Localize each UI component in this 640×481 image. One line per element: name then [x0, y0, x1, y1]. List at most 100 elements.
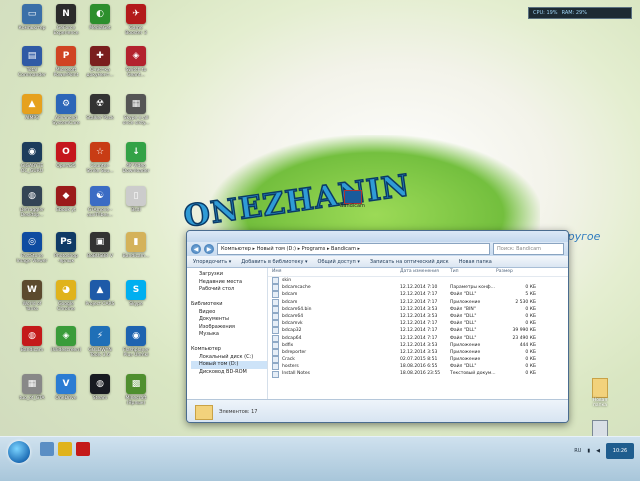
nav-item[interactable]: Музыка: [191, 331, 267, 339]
desktop-icon-label: OneDrive: [55, 396, 77, 401]
nav-item[interactable]: Загрузки: [191, 271, 267, 279]
desktop-icon[interactable]: ⚙ Advanced SystemCare: [50, 94, 82, 126]
desktop-icon[interactable]: ▲ AIMP3: [16, 94, 48, 121]
file-row[interactable]: bdcamvk 12.12.2014 7:17 Файл "DLL" 0 КБ: [268, 320, 568, 328]
desktop-icon[interactable]: N GeForce Experience: [50, 4, 82, 36]
desktop-icon[interactable]: ▦ Skype e-all once sixty...: [120, 94, 152, 126]
desktop-icon[interactable]: ☯ GTAmove - auxTribes...: [84, 186, 116, 218]
desktop-icon[interactable]: ↓ 4K Video Downloader: [120, 142, 152, 174]
file-row[interactable]: bdcam 12.12.2014 7:17 Файл "DLL" 5 КБ: [268, 291, 568, 299]
language-indicator[interactable]: RU: [574, 448, 581, 454]
back-button[interactable]: ◀: [191, 244, 201, 254]
desktop-icon[interactable]: Ps Photoshop -ярлык: [50, 232, 82, 264]
address-bar[interactable]: Компьютер ▸ Новый том (D:) ▸ Programs ▸ …: [217, 243, 490, 255]
nav-item[interactable]: Библиотеки: [191, 301, 267, 309]
desktop-icon-label: GIGABYTE OC_GURU: [20, 164, 44, 174]
desktop-icon[interactable]: ▣ BoBUSBR V: [84, 232, 116, 259]
file-row[interactable]: bdcam64.bin 12.12.2014 3:53 Файл "BIN" 0 КБ: [268, 305, 568, 313]
desktop-icon[interactable]: ▦ tuo_of_GTA: [16, 374, 48, 401]
desktop-icon[interactable]: ◍ Steam: [84, 374, 116, 401]
nav-item[interactable]: Недавние места: [191, 279, 267, 287]
nav-item[interactable]: Дисковод BD-ROM: [191, 369, 267, 377]
desktop-icon[interactable]: ◍ Defraggler Desktop...: [16, 186, 48, 218]
desktop-icon[interactable]: ▯ Bsdl: [120, 186, 152, 213]
add-to-library-button[interactable]: Добавить в библиотеку ▾: [241, 259, 307, 265]
nav-item[interactable]: Изображения: [191, 324, 267, 332]
network-icon[interactable]: ▮: [587, 448, 590, 454]
share-button[interactable]: Общий доступ ▾: [318, 259, 360, 265]
file-row[interactable]: bdreporter 12.12.2014 3:53 Приложение 0 КБ: [268, 348, 568, 356]
nav-item[interactable]: Документы: [191, 316, 267, 324]
file-row[interactable]: skin: [268, 277, 568, 285]
start-button[interactable]: [8, 441, 30, 463]
file-date: 18.08.2016 23:55: [400, 371, 441, 377]
desktop-icon[interactable]: ▲ Project CARS: [84, 280, 116, 307]
app-icon: V: [56, 374, 76, 394]
desktop-icon[interactable]: ▤ Total Commander: [16, 46, 48, 78]
file-row[interactable]: bdcap64 12.12.2014 7:17 Файл "DLL" 23 490 К…: [268, 334, 568, 342]
file-size: 0 КБ: [525, 364, 536, 370]
file-row[interactable]: Install Notes 18.08.2016 23:55 Текстовый д…: [268, 370, 568, 378]
desktop-icon[interactable]: O Opera25: [50, 142, 82, 169]
column-size[interactable]: Размер: [496, 268, 540, 276]
desktop-icon[interactable]: W World of Tanks: [16, 280, 48, 312]
file-row[interactable]: bdfix 12.12.2014 3:53 Приложение 444 КБ: [268, 341, 568, 349]
new-folder-button[interactable]: Новая папка: [459, 259, 492, 265]
volume-icon[interactable]: ◀: [596, 448, 600, 454]
file-row[interactable]: bdcap32 12.12.2014 7:17 Файл "DLL" 39 990 К…: [268, 327, 568, 335]
desktop-icon[interactable]: ▮ Bandicam...: [120, 232, 152, 259]
clock[interactable]: 10:26: [606, 443, 634, 459]
file-row[interactable]: Crack 02.07.2015 8:51 Приложение 0 КБ: [268, 356, 568, 364]
desktop-icon[interactable]: ▩ Minecraft (Ярлык): [120, 374, 152, 406]
explorer-window[interactable]: ◀ ▶ Компьютер ▸ Новый том (D:) ▸ Program…: [186, 230, 569, 423]
window-caption[interactable]: [187, 231, 568, 242]
file-row[interactable]: bdcamcache 12.12.2014 7:10 Параметры конф.…: [268, 284, 568, 292]
desktop-icon[interactable]: ◈ Switch to Geant...: [120, 46, 152, 78]
desktop-icon[interactable]: ◕ Google Chrome: [50, 280, 82, 312]
nav-item[interactable]: Новый том (D:): [191, 361, 267, 369]
file-date: [400, 277, 450, 284]
desktop-icon[interactable]: ☢ Stalker Pack: [84, 94, 116, 121]
column-type[interactable]: Тип: [450, 268, 496, 276]
app-icon: ▮: [126, 232, 146, 252]
desktop-icon-new-folder[interactable]: Новая папка: [586, 378, 614, 408]
desktop-icon[interactable]: ◎ FastStone Image Viewer: [16, 232, 48, 264]
desktop-icon[interactable]: ◉ Flashplayer Plus Uhmkl: [120, 326, 152, 358]
explorer-taskbar-icon[interactable]: [40, 442, 54, 456]
nav-item[interactable]: Видео: [191, 309, 267, 317]
file-type: Файл "DLL": [450, 292, 477, 298]
desktop-icon[interactable]: ☆ Counter-Strike Sou...: [84, 142, 116, 174]
search-input[interactable]: Поиск: Bandicam: [493, 243, 564, 255]
desktop-icon[interactable]: S Skype: [120, 280, 152, 307]
organize-button[interactable]: Упорядочить ▾: [193, 259, 231, 265]
desktop-icon[interactable]: ◈ [Widescreen]: [50, 326, 82, 353]
desktop-icon[interactable]: ◍ Bandicam: [16, 326, 48, 353]
desktop-icon[interactable]: ⚡ GOLDWYN Tools 3.6: [84, 326, 116, 358]
nav-item[interactable]: Компьютер: [191, 346, 267, 354]
desktop-icon[interactable]: ◆ Ebook yt: [50, 186, 82, 213]
file-date: 02.07.2015 8:51: [400, 357, 438, 363]
desktop-icon-label: Очистка документ...: [86, 68, 114, 78]
file-row[interactable]: bdcam 12.12.2014 7:17 Приложение 2 530 КБ: [268, 298, 568, 306]
bandicam-wallpaper-icon: [344, 190, 362, 204]
column-name[interactable]: Имя: [272, 268, 400, 276]
column-date[interactable]: Дата изменения: [400, 268, 450, 276]
burn-button[interactable]: Записать на оптический диск: [370, 259, 449, 265]
nav-item[interactable]: Локальный диск (C:): [191, 354, 267, 362]
chrome-taskbar-icon[interactable]: [58, 442, 72, 456]
desktop-icon[interactable]: ✚ Очистка документ...: [84, 46, 116, 78]
desktop-icon[interactable]: V OneDrive: [50, 374, 82, 401]
desktop-icon[interactable]: ◐ MediaGet: [84, 4, 116, 31]
file-date: 12.12.2014 3:53: [400, 313, 438, 319]
forward-button[interactable]: ▶: [204, 244, 214, 254]
desktop-icon[interactable]: P Microsoft PowerPoint: [50, 46, 82, 78]
desktop-icon[interactable]: ◉ GIGABYTE OC_GURU: [16, 142, 48, 174]
file-row[interactable]: hosters 18.08.2016 6:55 Файл "DLL" 0 КБ: [268, 363, 568, 371]
desktop-icon[interactable]: ▭ Компьютер: [16, 4, 48, 31]
file-icon: [272, 334, 279, 342]
file-row[interactable]: bdcam64 12.12.2014 3:53 Файл "DLL" 0 КБ: [268, 313, 568, 321]
nav-item[interactable]: Рабочий стол: [191, 286, 267, 294]
bandicam-taskbar-icon[interactable]: [76, 442, 90, 456]
desktop-icon[interactable]: ✈ Game Booster 3: [120, 4, 152, 36]
file-type: Файл "DLL": [450, 335, 477, 341]
